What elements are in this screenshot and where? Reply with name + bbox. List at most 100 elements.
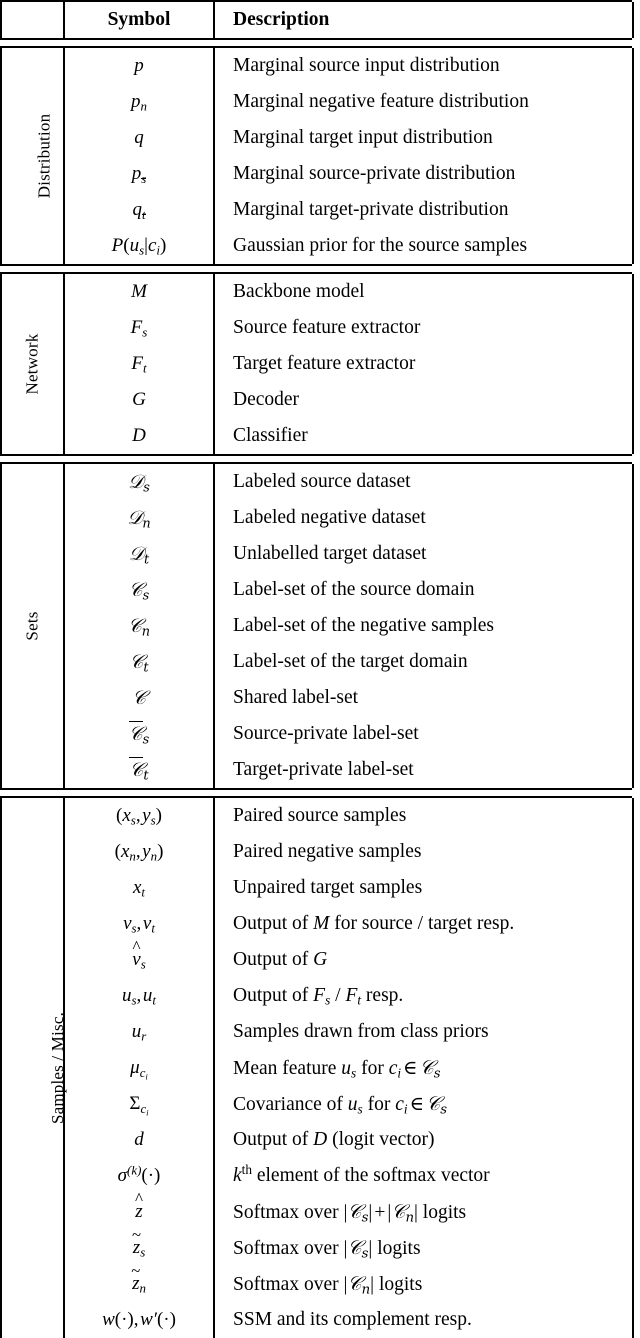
description-cell: Output of M for source / target resp. bbox=[214, 906, 634, 942]
notation-table-container: Symbol Description Distribution p Margin… bbox=[0, 0, 640, 1338]
description-cell: Covariance of us for ci ∈ 𝒞s bbox=[214, 1086, 634, 1122]
symbol-cell: 𝒞t bbox=[64, 752, 215, 788]
description-cell: Marginal target-private distribution bbox=[214, 192, 634, 228]
symbol-cell: (xs, ys) bbox=[64, 798, 215, 834]
symbol-cell: P(us|ci) bbox=[64, 228, 215, 264]
description-cell: Output of D (logit vector) bbox=[214, 1122, 634, 1158]
symbol-cell: (xn, yn) bbox=[64, 834, 215, 870]
table-row: d Output of D (logit vector) bbox=[1, 1122, 634, 1158]
symbol-cell: 𝒞s bbox=[64, 572, 215, 608]
section-label-samples-misc: Samples / Misc. bbox=[0, 798, 67, 1338]
description-cell: Output of Fs / Ft resp. bbox=[214, 978, 634, 1014]
section-label-sets: Sets bbox=[0, 464, 65, 788]
section-label-distribution: Distribution bbox=[0, 48, 65, 264]
description-cell: Softmax over |𝒞s| logits bbox=[214, 1230, 634, 1266]
table-row: 𝒞t Label-set of the target domain bbox=[1, 644, 634, 680]
symbol-cell: d bbox=[64, 1122, 215, 1158]
table-row: vs, vt Output of M for source / target r… bbox=[1, 906, 634, 942]
table-row: us, ut Output of Fs / Ft resp. bbox=[1, 978, 634, 1014]
notation-table-header: Symbol Description bbox=[0, 2, 634, 38]
symbol-cell: 𝒟s bbox=[64, 464, 215, 500]
symbol-cell: 𝒞t bbox=[64, 644, 215, 680]
symbol-cell: pn bbox=[64, 84, 215, 120]
symbol-cell: qt bbox=[64, 192, 215, 228]
description-cell: Softmax over |𝒞s| + |𝒞n| logits bbox=[214, 1194, 634, 1230]
table-row: 𝒞s Source-private label-set bbox=[1, 716, 634, 752]
table-row: Sets 𝒟s Labeled source dataset bbox=[0, 464, 634, 788]
description-cell: Marginal target input distribution bbox=[214, 120, 634, 156]
symbol-cell: xt bbox=[64, 870, 215, 906]
table-row: Samples / Misc. (xs, ys) Paired source s… bbox=[0, 798, 634, 1338]
table-row: ~ zs Softmax over |𝒞s| logits bbox=[1, 1225, 634, 1266]
description-cell: Target feature extractor bbox=[214, 346, 634, 382]
description-cell: Backbone model bbox=[214, 274, 634, 310]
description-cell: Classifier bbox=[214, 418, 634, 454]
table-row: D Classifier bbox=[1, 418, 634, 454]
description-cell: Unlabelled target dataset bbox=[214, 536, 634, 572]
table-row: (xn, yn) Paired negative samples bbox=[1, 834, 634, 870]
symbol-cell: μci bbox=[64, 1050, 215, 1086]
column-header-description: Description bbox=[214, 2, 634, 38]
section-label-text: Distribution bbox=[34, 113, 54, 199]
table-row: ~ zn Softmax over |𝒞n| logits bbox=[1, 1261, 634, 1302]
description-cell: Source-private label-set bbox=[214, 716, 634, 752]
description-cell: Paired negative samples bbox=[214, 834, 634, 870]
column-header-group bbox=[0, 2, 65, 38]
section-distribution: Distribution p Marginal source input dis… bbox=[0, 48, 634, 264]
table-row: xt Unpaired target samples bbox=[1, 870, 634, 906]
symbol-cell: ur bbox=[64, 1014, 215, 1050]
description-cell: Label-set of the negative samples bbox=[214, 608, 634, 644]
table-row: w(·), w′(·) SSM and its complement resp. bbox=[1, 1302, 634, 1338]
table-row: ^ z Softmax over |𝒞s| + |𝒞n| logits bbox=[1, 1189, 634, 1230]
description-cell: Source feature extractor bbox=[214, 310, 634, 346]
symbol-cell: w(·), w′(·) bbox=[64, 1302, 215, 1338]
symbol-cell: 𝒟n bbox=[64, 500, 215, 536]
description-cell: Paired source samples bbox=[214, 798, 634, 834]
table-row: 𝒞t Target-private label-set bbox=[1, 752, 634, 788]
table-header-row: Symbol Description bbox=[0, 2, 634, 38]
table-row: Distribution p Marginal source input dis… bbox=[0, 48, 634, 264]
symbol-cell: Σci bbox=[64, 1086, 215, 1122]
symbol-cell: Ft bbox=[64, 346, 215, 382]
symbol-cell: ps bbox=[64, 156, 215, 192]
table-row: q Marginal target input distribution bbox=[1, 120, 634, 156]
symbol-cell: D bbox=[64, 418, 215, 454]
description-cell: Target-private label-set bbox=[214, 752, 634, 788]
section-label-network: Network bbox=[0, 274, 65, 454]
section-samples-misc: Samples / Misc. (xs, ys) Paired source s… bbox=[0, 798, 634, 1338]
table-row: 𝒞s Label-set of the source domain bbox=[1, 572, 634, 608]
description-cell: Output of G bbox=[214, 942, 634, 978]
section-sets: Sets 𝒟s Labeled source dataset 𝒟n Labele… bbox=[0, 464, 634, 788]
description-cell: Samples drawn from class priors bbox=[214, 1014, 634, 1050]
description-cell: Label-set of the target domain bbox=[214, 644, 634, 680]
symbol-cell: ^ vs bbox=[64, 937, 215, 978]
symbol-cell: M bbox=[64, 274, 215, 310]
description-cell: Mean feature us for ci ∈ 𝒞s bbox=[214, 1050, 634, 1086]
description-cell: Gaussian prior for the source samples bbox=[214, 228, 634, 264]
table-row: σ(k)(·) kth element of the softmax vecto… bbox=[1, 1158, 634, 1194]
description-cell: Softmax over |𝒞n| logits bbox=[214, 1266, 634, 1302]
table-row: pn Marginal negative feature distributio… bbox=[1, 84, 634, 120]
section-label-text: Network bbox=[22, 333, 42, 395]
description-cell: Marginal source input distribution bbox=[214, 48, 634, 84]
description-cell: SSM and its complement resp. bbox=[214, 1302, 634, 1338]
table-row: 𝒞 Shared label-set bbox=[1, 680, 634, 716]
symbol-cell: us, ut bbox=[64, 978, 215, 1014]
column-header-symbol: Symbol bbox=[64, 2, 215, 38]
symbol-cell: 𝒟t bbox=[64, 536, 215, 572]
table-row: G Decoder bbox=[1, 382, 634, 418]
description-cell: Marginal source-private distribution bbox=[214, 156, 634, 192]
table-row: qt Marginal target-private distribution bbox=[1, 192, 634, 228]
table-row: Ft Target feature extractor bbox=[1, 346, 634, 382]
section-label-text: Sets bbox=[22, 611, 42, 641]
table-row: 𝒟t Unlabelled target dataset bbox=[1, 536, 634, 572]
symbol-cell: G bbox=[64, 382, 215, 418]
table-row: Fs Source feature extractor bbox=[1, 310, 634, 346]
table-row: ps Marginal source-private distribution bbox=[1, 156, 634, 192]
description-cell: Shared label-set bbox=[214, 680, 634, 716]
table-row: P(us|ci) Gaussian prior for the source s… bbox=[1, 228, 634, 264]
description-cell: kth element of the softmax vector bbox=[214, 1158, 634, 1194]
table-row: Σci Covariance of us for ci ∈ 𝒞s bbox=[1, 1086, 634, 1122]
symbol-cell: p bbox=[64, 48, 215, 84]
description-cell: Labeled negative dataset bbox=[214, 500, 634, 536]
